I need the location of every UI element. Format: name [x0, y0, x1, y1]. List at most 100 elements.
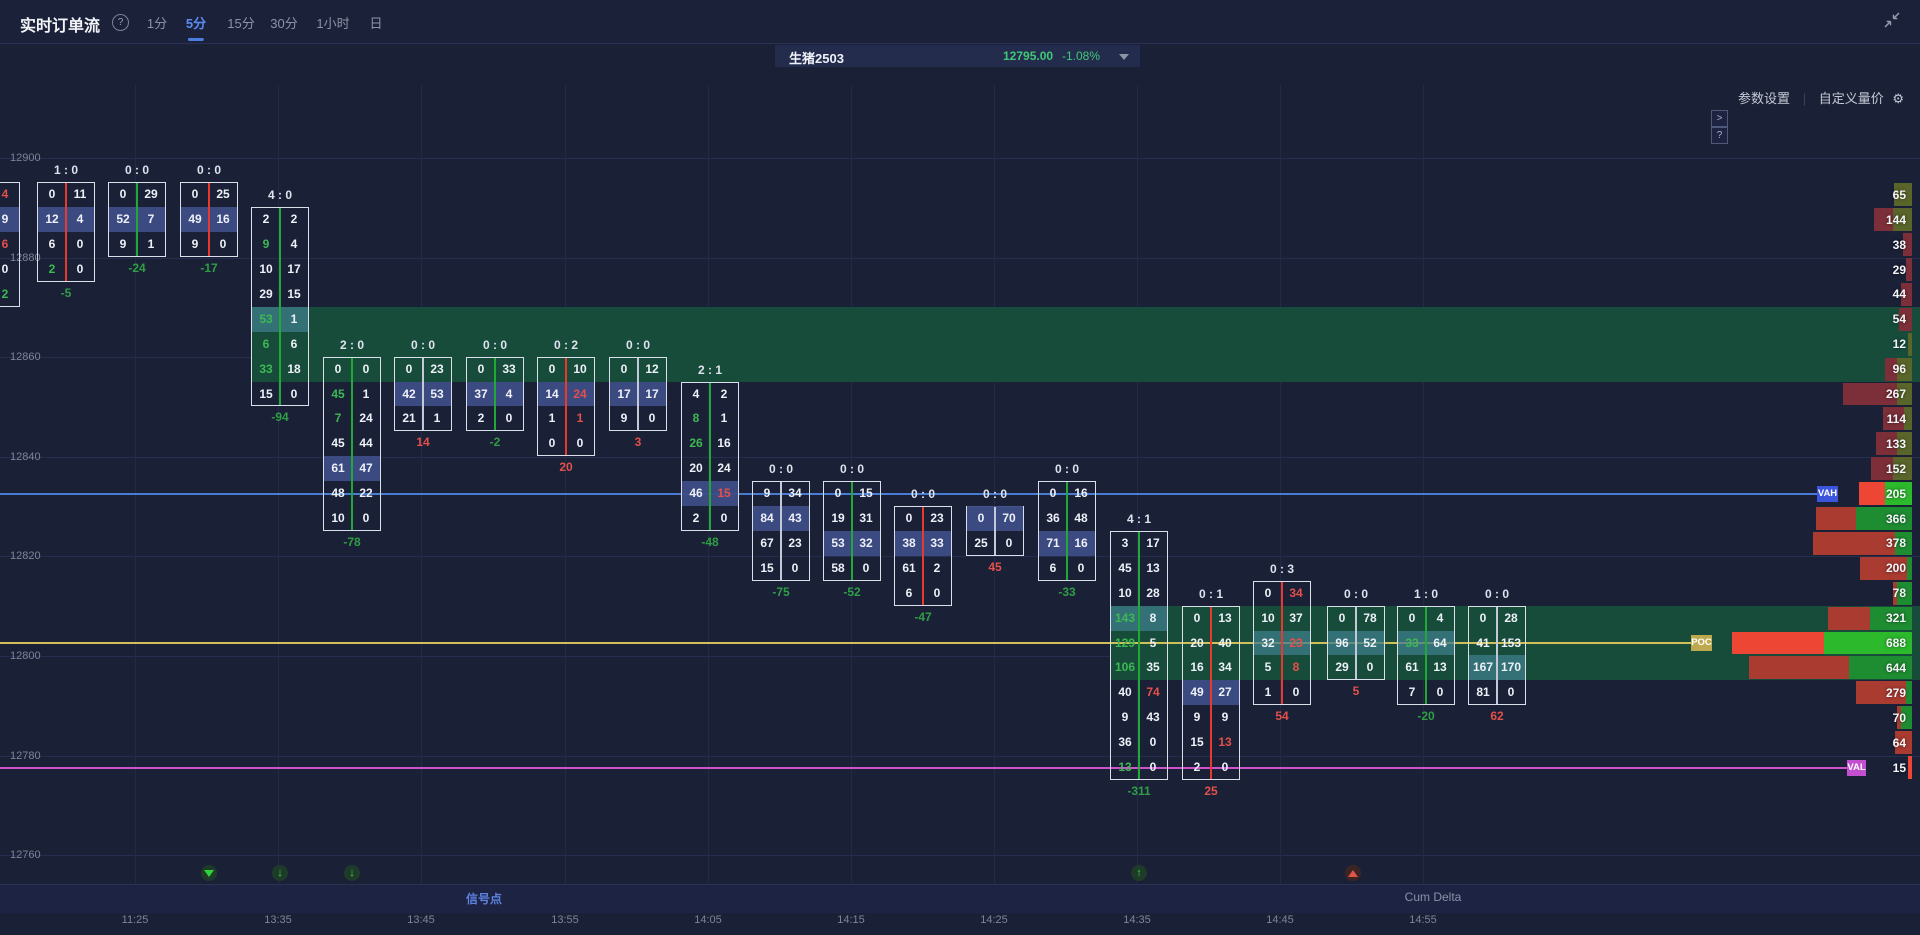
bid-volume: 46 — [682, 481, 710, 506]
imbalance-header: 0 : 0 — [769, 462, 793, 476]
footprint-cell-row: 2024 — [682, 456, 738, 481]
ask-volume: 13 — [1426, 655, 1454, 680]
footprint-cell-row: 150 — [252, 382, 308, 407]
gear-icon[interactable]: ⚙ — [1892, 91, 1904, 106]
signal-points-label[interactable]: 信号点 — [449, 890, 519, 907]
ask-volume: 6 — [0, 232, 19, 257]
expand-panel-button[interactable]: > — [1711, 110, 1728, 127]
bid-volume: 38 — [895, 531, 923, 556]
delta-footer: -24 — [128, 261, 145, 275]
footprint-cell-row: 00 — [538, 431, 594, 456]
footprint-cell-row: 4 — [0, 182, 19, 207]
footprint-cell-row: 90 — [181, 232, 237, 257]
delta-footer: -311 — [1127, 784, 1150, 798]
ask-volume: 5 — [1139, 631, 1167, 656]
bid-volume: 0 — [538, 357, 566, 382]
ask-volume: 170 — [1497, 655, 1525, 680]
ask-volume: 64 — [1426, 631, 1454, 656]
footprint-cell-row: 028 — [1469, 606, 1525, 631]
signal-marker-arrow-up: ↑ — [1131, 865, 1147, 881]
collapse-icon[interactable] — [1883, 11, 1901, 29]
delta-footer: -48 — [701, 535, 718, 549]
profile-volume-value: 44 — [1893, 287, 1906, 301]
custom-volume-price-button[interactable]: 自定义量价 — [1819, 91, 1884, 106]
bid-volume: 0 — [824, 481, 852, 506]
bid-volume: 13 — [1111, 755, 1139, 780]
instrument-selector[interactable]: 生猪2503 12795.00 -1.08% — [775, 45, 1140, 67]
profile-volume-value: 200 — [1886, 561, 1906, 575]
header-bar: 实时订单流 ? 1分5分15分30分1小时日 — [0, 0, 1920, 44]
bid-volume: 0 — [467, 357, 495, 382]
footprint-cell-row: 016 — [1039, 481, 1095, 506]
ask-volume: 153 — [1497, 631, 1525, 656]
ask-volume: 12 — [638, 357, 666, 382]
ask-volume: 70 — [995, 506, 1023, 531]
bid-volume: 2 — [252, 207, 280, 232]
ask-volume: 9 — [0, 207, 19, 232]
bid-volume: 0 — [610, 357, 638, 382]
footprint-cell-row: 20 — [682, 506, 738, 531]
footprint-cell-row: 531 — [252, 307, 308, 332]
tab-timeframe-日[interactable]: 日 — [369, 13, 382, 32]
imbalance-header: 2 : 1 — [698, 363, 722, 377]
footprint-cell-row: 9 — [0, 207, 19, 232]
delta-footer: 25 — [1204, 784, 1217, 798]
bid-volume: 14 — [538, 382, 566, 407]
footprint-cell-row: 250 — [967, 531, 1023, 556]
price-axis-label: 12900 — [10, 152, 41, 164]
ask-volume: 8 — [1282, 655, 1310, 680]
footprint-cell-row: 04 — [1398, 606, 1454, 631]
tab-timeframe-5分[interactable]: 5分 — [186, 13, 206, 32]
footprint-column: 034103732235810 — [1253, 581, 1311, 706]
profile-volume-value: 133 — [1886, 437, 1906, 451]
time-gridline — [1280, 85, 1281, 884]
bid-volume: 143 — [1111, 606, 1139, 631]
help-panel-button[interactable]: ? — [1711, 127, 1728, 144]
ask-volume: 1 — [280, 307, 308, 332]
order-flow-app: 实时订单流 ? 1分5分15分30分1小时日 生猪2503 12795.00 -… — [0, 0, 1920, 935]
chart-toolbar: 参数设置 | 自定义量价 ⚙ — [1738, 88, 1904, 107]
ask-volume: 1 — [137, 232, 165, 257]
sell-volume-segment — [1828, 607, 1870, 630]
settings-button[interactable]: 参数设置 — [1738, 91, 1790, 106]
footprint-cell-row: 078 — [1328, 606, 1384, 631]
footprint-cell-row: 2915 — [252, 282, 308, 307]
price-gridline — [0, 756, 1920, 757]
imbalance-header: 0 : 1 — [1199, 587, 1223, 601]
tab-timeframe-15分[interactable]: 15分 — [227, 13, 254, 32]
footprint-cell-row: 290 — [1328, 655, 1384, 680]
bid-volume: 9 — [252, 232, 280, 257]
footprint-cell-row: 60 — [38, 232, 94, 257]
bid-volume: 16 — [1183, 655, 1211, 680]
bid-volume: 2 — [1183, 755, 1211, 780]
footprint-column: 025491690 — [180, 182, 238, 257]
tab-timeframe-1分[interactable]: 1分 — [147, 13, 167, 32]
footprint-cell-row: 3318 — [252, 357, 308, 382]
ask-volume: 52 — [1356, 631, 1384, 656]
profile-volume-value: 96 — [1893, 362, 1906, 376]
profile-volume-value: 144 — [1886, 213, 1906, 227]
bid-volume: 9 — [753, 481, 781, 506]
profile-volume-value: 70 — [1893, 711, 1906, 725]
footprint-cell-row: 58 — [1254, 655, 1310, 680]
price-gridline — [0, 158, 1920, 159]
tab-timeframe-30分[interactable]: 30分 — [270, 13, 297, 32]
bid-volume: 6 — [252, 332, 280, 357]
tab-timeframe-1小时[interactable]: 1小时 — [316, 13, 349, 32]
help-icon[interactable]: ? — [112, 14, 129, 31]
cum-delta-label[interactable]: Cum Delta — [1393, 890, 1473, 904]
footprint-column: 043364611370 — [1397, 606, 1455, 706]
sell-volume-segment — [1732, 632, 1824, 655]
footprint-cell-row: 1017 — [252, 257, 308, 282]
imbalance-header: 0 : 0 — [1344, 587, 1368, 601]
bid-volume: 15 — [1183, 730, 1211, 755]
bid-volume: 0 — [538, 431, 566, 456]
triangle-up-icon — [1348, 870, 1358, 877]
ask-volume: 31 — [852, 506, 880, 531]
bid-volume: 2 — [682, 506, 710, 531]
ask-volume: 13 — [1211, 730, 1239, 755]
delta-footer: -2 — [490, 435, 501, 449]
time-axis-label: 13:45 — [407, 914, 435, 926]
footprint-cell-row: 4927 — [1183, 680, 1239, 705]
delta-footer: -20 — [1417, 709, 1434, 723]
